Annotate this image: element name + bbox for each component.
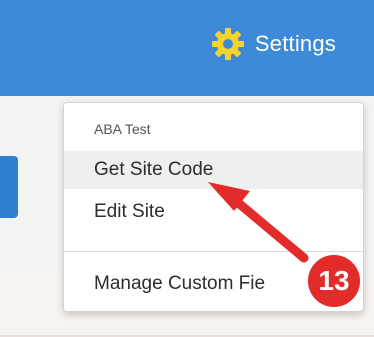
settings-button[interactable]: Settings [211,24,336,64]
menu-divider [64,251,363,252]
settings-label: Settings [254,31,336,56]
menu-item-label: Manage Custom Fie [94,273,266,294]
background-button-edge [0,156,18,218]
top-bar: Settings [0,0,374,96]
menu-section-title: ABA Test [94,121,151,137]
menu-item-label: Edit Site [94,201,165,222]
step-badge: 13 [305,252,363,310]
menu-item-get-site-code[interactable]: Get Site Code [64,151,363,189]
gear-icon [211,27,245,61]
menu-item-label: Get Site Code [94,159,214,180]
step-number: 13 [318,265,350,296]
menu-item-edit-site[interactable]: Edit Site [64,193,363,231]
